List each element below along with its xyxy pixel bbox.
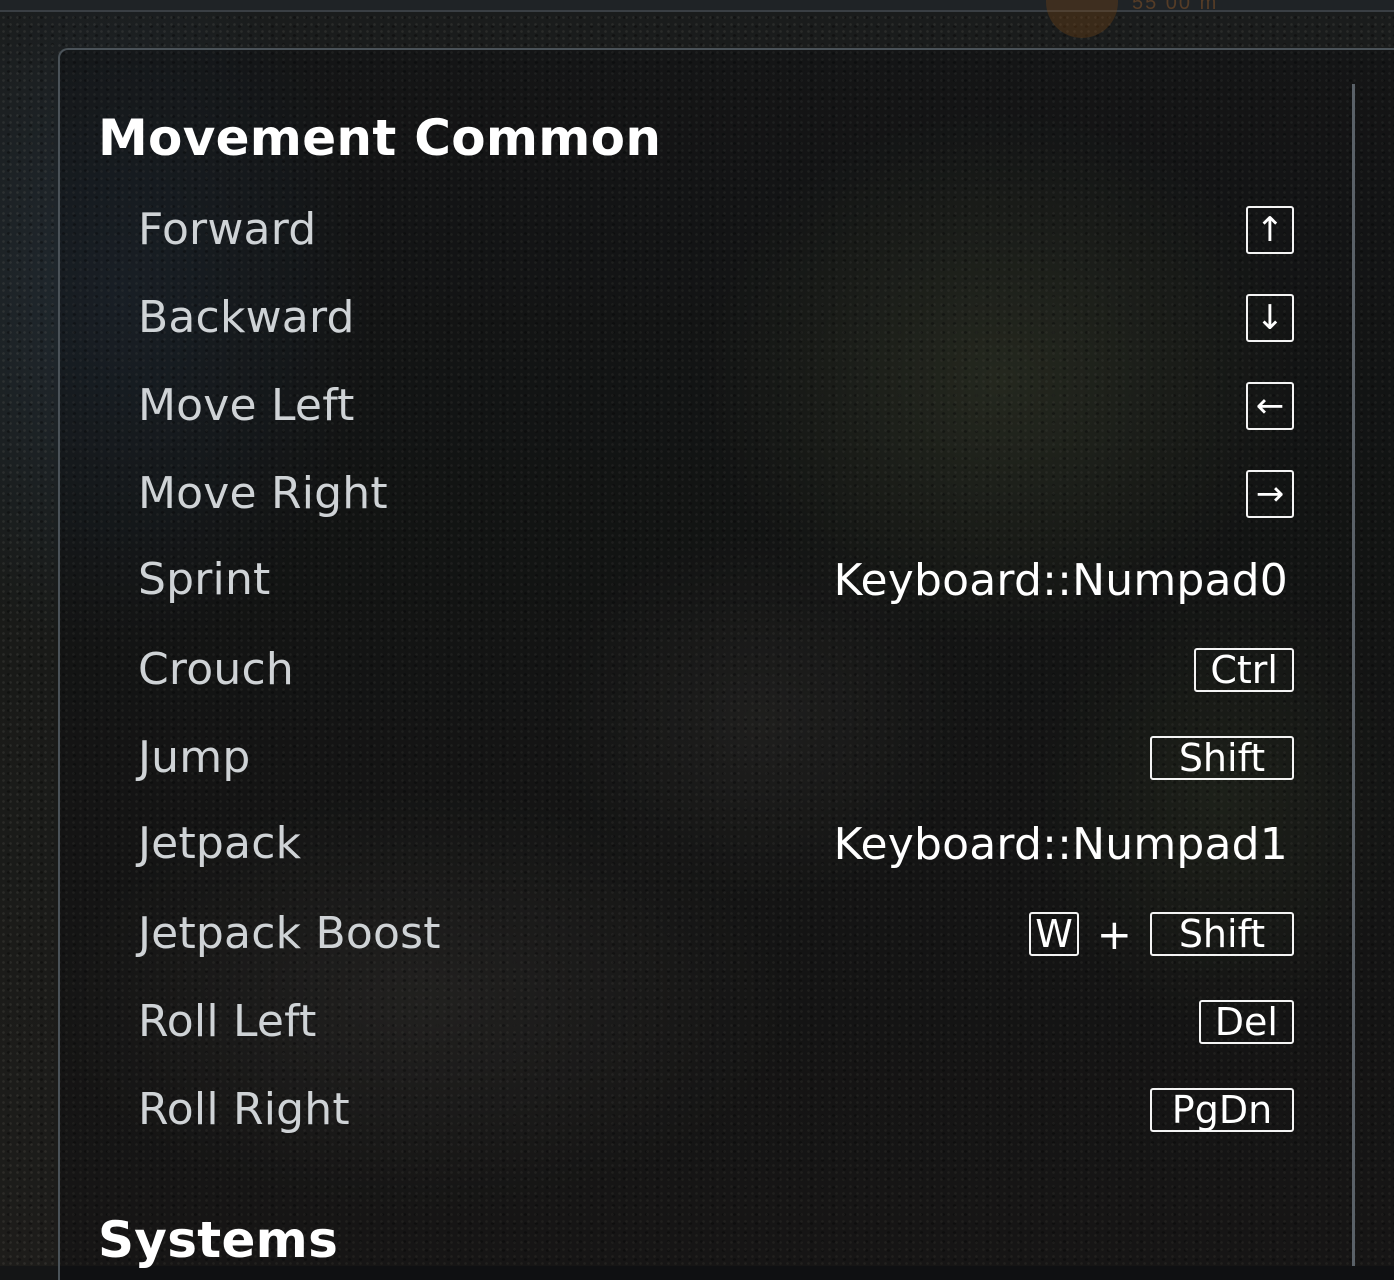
action-label: Roll Left	[138, 996, 317, 1047]
binding-row-forward[interactable]: Forward ↑	[138, 200, 1294, 260]
binding-keys[interactable]: ↓	[1246, 288, 1294, 348]
action-label: Backward	[138, 292, 355, 343]
action-label: Crouch	[138, 644, 294, 695]
action-label: Forward	[138, 204, 317, 255]
binding-row-jump[interactable]: Jump Shift	[138, 728, 1294, 788]
binding-row-move-left[interactable]: Move Left ←	[138, 376, 1294, 436]
arrow-down-icon: ↓	[1246, 294, 1294, 342]
keycap: W	[1029, 912, 1079, 956]
hud-distance-readout: 55 00 m	[1132, 0, 1219, 14]
binding-keys[interactable]: Shift	[1150, 728, 1294, 788]
binding-row-roll-right[interactable]: Roll Right PgDn	[138, 1080, 1294, 1140]
binding-row-jetpack-boost[interactable]: Jetpack Boost W + Shift	[138, 904, 1294, 964]
plus-icon: +	[1096, 909, 1132, 959]
binding-keys[interactable]: Ctrl	[1194, 640, 1294, 700]
binding-keys[interactable]: PgDn	[1150, 1080, 1294, 1140]
binding-keys[interactable]: ←	[1246, 376, 1294, 436]
section-title-systems: Systems	[98, 1211, 339, 1269]
binding-row-sprint[interactable]: Sprint Keyboard::Numpad0	[138, 550, 1294, 610]
action-label: Sprint	[138, 554, 271, 605]
binding-keys[interactable]: Keyboard::Numpad0	[834, 550, 1294, 610]
binding-keys[interactable]: Keyboard::Numpad1	[834, 814, 1294, 874]
binding-keys[interactable]: →	[1246, 464, 1294, 524]
binding-keys[interactable]: Del	[1198, 992, 1294, 1052]
action-label: Roll Right	[138, 1084, 350, 1135]
binding-row-move-right[interactable]: Move Right →	[138, 464, 1294, 524]
arrow-right-icon: →	[1246, 470, 1294, 518]
action-label: Move Left	[138, 380, 355, 431]
keycap: Shift	[1150, 912, 1294, 956]
arrow-left-icon: ←	[1246, 382, 1294, 430]
raw-binding-text: Keyboard::Numpad1	[833, 818, 1288, 870]
keycap: Shift	[1150, 736, 1294, 780]
action-label: Jump	[138, 732, 251, 783]
keycap: Del	[1198, 1000, 1294, 1044]
action-label: Jetpack	[138, 818, 302, 869]
binding-row-jetpack[interactable]: Jetpack Keyboard::Numpad1	[138, 814, 1294, 874]
action-label: Jetpack Boost	[138, 908, 441, 959]
binding-row-roll-left[interactable]: Roll Left Del	[138, 992, 1294, 1052]
action-label: Move Right	[138, 468, 388, 519]
keycap: Ctrl	[1194, 648, 1294, 692]
binding-row-crouch[interactable]: Crouch Ctrl	[138, 640, 1294, 700]
binding-keys[interactable]: W + Shift	[1029, 904, 1294, 964]
arrow-up-icon: ↑	[1246, 206, 1294, 254]
panel-scrollbar[interactable]	[1352, 84, 1355, 1266]
section-title-movement-common: Movement Common	[98, 109, 662, 167]
binding-row-backward[interactable]: Backward ↓	[138, 288, 1294, 348]
raw-binding-text: Keyboard::Numpad0	[833, 554, 1288, 606]
binding-keys[interactable]: ↑	[1246, 200, 1294, 260]
keycap: PgDn	[1150, 1088, 1294, 1132]
